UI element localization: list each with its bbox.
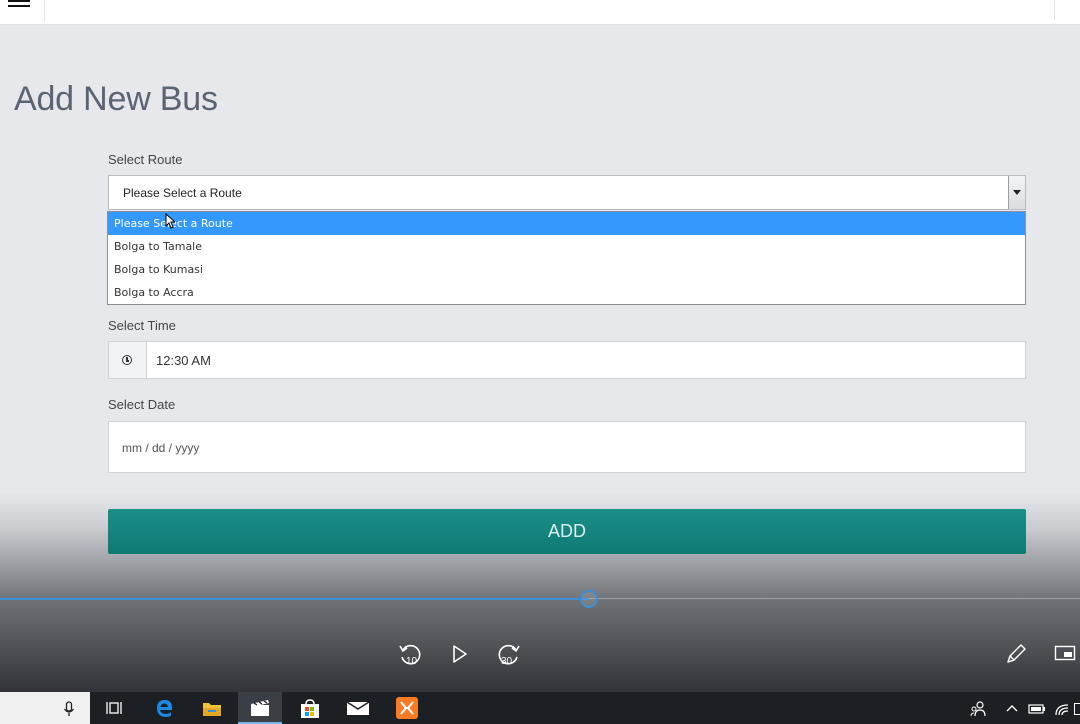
- seek-thumb[interactable]: [580, 590, 598, 608]
- route-option[interactable]: Please Select a Route: [108, 212, 1025, 235]
- battery-icon[interactable]: [1028, 704, 1046, 714]
- hamburger-icon[interactable]: [8, 0, 30, 10]
- time-addon: [109, 342, 147, 378]
- mouse-cursor-icon: [165, 213, 175, 229]
- app-header: [0, 0, 1080, 25]
- taskbar: [0, 692, 1080, 724]
- wifi-icon[interactable]: [1054, 702, 1070, 716]
- time-value: 12:30 AM: [156, 353, 211, 368]
- mail-icon[interactable]: [336, 692, 380, 724]
- people-icon[interactable]: [970, 701, 986, 717]
- route-option[interactable]: Bolga to Kumasi: [108, 258, 1025, 281]
- route-select-value: Please Select a Route: [123, 186, 242, 200]
- page-title: Add New Bus: [14, 80, 218, 118]
- route-dropdown-list: Please Select a Route Bolga to Tamale Bo…: [107, 211, 1026, 305]
- pen-icon[interactable]: [1004, 642, 1028, 666]
- time-input[interactable]: 12:30 AM: [108, 341, 1026, 379]
- add-button[interactable]: ADD: [108, 509, 1026, 554]
- xampp-icon[interactable]: [386, 692, 430, 724]
- chevron-up-icon[interactable]: [1006, 704, 1018, 712]
- notification-icon[interactable]: [1074, 703, 1080, 715]
- time-label: Select Time: [108, 318, 176, 333]
- date-placeholder: mm / dd / yyyy: [122, 441, 200, 455]
- store-icon[interactable]: [288, 692, 332, 724]
- rewind-seconds: 10: [406, 656, 418, 667]
- task-view-icon[interactable]: [92, 692, 136, 724]
- route-label: Select Route: [108, 152, 183, 167]
- file-explorer-icon[interactable]: [190, 692, 234, 724]
- search-box[interactable]: [0, 692, 90, 724]
- clock-icon: [122, 355, 132, 365]
- dropdown-arrow-icon[interactable]: [1008, 176, 1025, 209]
- date-label: Select Date: [108, 397, 176, 412]
- date-input[interactable]: mm / dd / yyyy: [108, 421, 1026, 473]
- forward-30-icon[interactable]: 30: [496, 642, 522, 668]
- header-divider-right: [1054, 0, 1055, 20]
- forward-seconds: 30: [501, 656, 513, 667]
- route-select[interactable]: Please Select a Route: [108, 175, 1026, 210]
- mini-player-icon[interactable]: [1054, 644, 1076, 662]
- route-option[interactable]: Bolga to Accra: [108, 281, 1025, 304]
- header-divider: [44, 0, 45, 22]
- rewind-10-icon[interactable]: 10: [397, 642, 423, 668]
- edge-browser-icon[interactable]: [142, 692, 186, 724]
- seek-bar-remaining[interactable]: [589, 598, 1080, 599]
- microphone-icon[interactable]: [63, 701, 75, 717]
- play-icon[interactable]: [450, 644, 470, 664]
- route-option[interactable]: Bolga to Tamale: [108, 235, 1025, 258]
- seek-bar-played[interactable]: [0, 598, 589, 600]
- movies-tv-icon[interactable]: [238, 692, 282, 724]
